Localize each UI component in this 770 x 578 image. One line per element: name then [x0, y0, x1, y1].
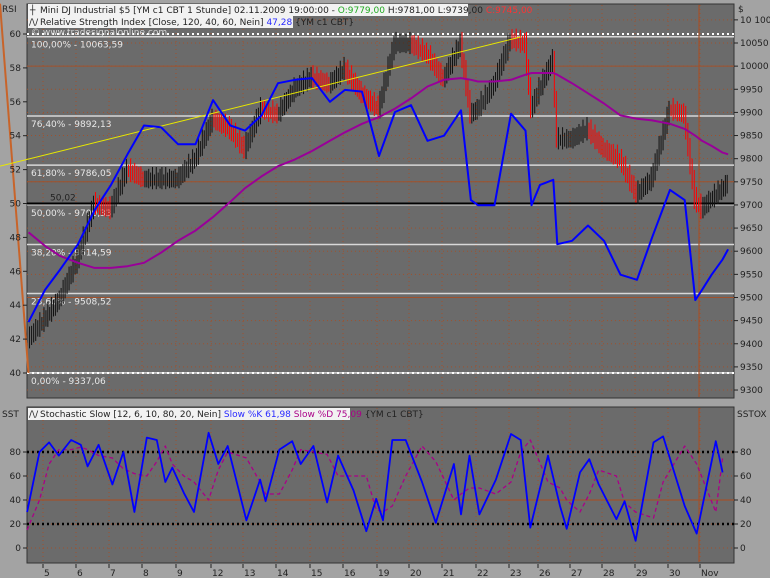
- sst-tick-label: 0: [15, 544, 21, 554]
- price-tick-label: 9900: [740, 108, 763, 118]
- x-tick-label: 16: [344, 569, 356, 578]
- indicator-wave-icon: /\/: [29, 18, 39, 28]
- price-legend[interactable]: ┼ Mini DJ Industrial $5 [YM c1 CBT 1 Stu…: [28, 4, 533, 16]
- price-tick-label: 10050: [740, 39, 769, 49]
- bar-chart-icon: ┼: [29, 4, 36, 16]
- sst-tick-label: 40: [10, 496, 22, 506]
- x-tick-label: 30: [669, 569, 681, 578]
- fibonacci-label: 23,60% - 9508,52: [31, 298, 112, 308]
- x-tick-label: 9: [177, 569, 183, 578]
- price-tick-label: 9300: [740, 386, 763, 396]
- price-tick-label: 10000: [740, 62, 769, 72]
- x-tick-label: 5: [44, 569, 50, 578]
- fibonacci-label: 0,00% - 9337,06: [31, 377, 106, 387]
- price-tick-label: 9400: [740, 340, 763, 350]
- price-tick-label: 9750: [740, 178, 763, 188]
- x-tick-label: 22: [477, 569, 488, 578]
- price-tick-label: 9600: [740, 247, 763, 257]
- sstox-tick-label: 60: [740, 472, 752, 482]
- svg-text:Stochastic Slow [12, 6, 10, 80: Stochastic Slow [12, 6, 10, 80, 20, Nein…: [40, 410, 424, 420]
- price-tick-label: 9950: [740, 85, 763, 95]
- sst-tick-label: 60: [10, 472, 22, 482]
- rsi-axis-title: RSI: [2, 5, 17, 15]
- stoch-d-value: Slow %D 75,09: [291, 410, 362, 420]
- x-tick-label: 28: [603, 569, 615, 578]
- x-tick-label: 27: [571, 569, 582, 578]
- top-plot-area[interactable]: [26, 3, 735, 399]
- rsi-tick-label: 60: [10, 30, 22, 40]
- x-tick-label: 23: [510, 569, 521, 578]
- indicator-wave-icon: /\/: [29, 410, 39, 420]
- bottom-plot-area[interactable]: [26, 406, 735, 564]
- rsi-tick-label: 40: [10, 369, 22, 379]
- sstox-tick-label: 40: [740, 496, 752, 506]
- svg-text:Mini DJ Industrial $5 [YM c1 C: Mini DJ Industrial $5 [YM c1 CBT 1 Stund…: [40, 6, 533, 16]
- price-tick-label: 9800: [740, 155, 763, 165]
- x-tick-label: 12: [212, 569, 223, 578]
- price-tick-label: 9850: [740, 132, 763, 142]
- rsi-legend[interactable]: /\/ Relative Strength Index [Close, 120,…: [28, 16, 354, 28]
- fibonacci-label: 100,00% - 10063,59: [31, 41, 123, 51]
- rsi-tick-label: 54: [10, 132, 22, 142]
- x-tick-label: 19: [378, 569, 390, 578]
- stoch-k-value: Slow %K 61,98: [224, 410, 291, 420]
- rsi-midline-label: 50,02: [50, 194, 76, 204]
- stoch-legend[interactable]: /\/ Stochastic Slow [12, 6, 10, 80, 20, …: [28, 408, 424, 420]
- trendline: [0, 3, 30, 373]
- x-tick-label: 29: [636, 569, 648, 578]
- stoch-symbol: {YM c1 CBT}: [362, 410, 424, 420]
- x-tick-label: 14: [277, 569, 289, 578]
- price-tick-label: 9550: [740, 270, 763, 280]
- x-tick-label: 7: [110, 569, 116, 578]
- sst-axis-title: SST: [2, 410, 19, 420]
- sstox-tick-label: 20: [740, 520, 752, 530]
- rsi-tick-label: 58: [10, 64, 22, 74]
- rsi-name: Relative Strength Index [Close, 120, 40,…: [40, 18, 266, 28]
- rsi-tick-label: 48: [10, 233, 22, 243]
- price-tick-label: 9500: [740, 293, 763, 303]
- price-tick-label: 9450: [740, 317, 763, 327]
- x-tick-label: 21: [443, 569, 454, 578]
- symbol-text: Mini DJ Industrial $5 [YM c1 CBT 1 Stund…: [40, 6, 338, 16]
- sst-tick-label: 80: [10, 448, 22, 458]
- rsi-symbol: {YM c1 CBT}: [292, 18, 354, 28]
- trading-chart: 100,00% - 10063,59 76,40% - 9892,13 61,80%…: [0, 3, 770, 578]
- stoch-name: Stochastic Slow [12, 6, 10, 80, 20, Nein…: [40, 410, 224, 420]
- close-value: C:9745,00: [486, 6, 533, 16]
- rsi-tick-label: 50: [10, 200, 22, 210]
- rsi-tick-label: 44: [10, 301, 22, 311]
- x-tick-label: Nov: [701, 569, 719, 578]
- x-tick-label: 15: [311, 569, 322, 578]
- x-tick-label: 26: [539, 569, 551, 578]
- sst-tick-label: 20: [10, 520, 22, 530]
- price-tick-label: 9700: [740, 201, 763, 211]
- x-tick-label: 20: [410, 569, 422, 578]
- rsi-tick-label: 42: [10, 335, 21, 345]
- rsi-value: 47,28: [266, 18, 292, 28]
- x-tick-label: 6: [77, 569, 83, 578]
- price-axis-title: $: [738, 5, 744, 15]
- rsi-tick-label: 46: [10, 267, 22, 277]
- price-tick-label: 10 100: [740, 16, 770, 26]
- fibonacci-label: 76,40% - 9892,13: [31, 120, 112, 130]
- sstox-tick-label: 80: [740, 448, 752, 458]
- price-tick-label: 9350: [740, 363, 763, 373]
- sstox-axis-title: SSTOX: [737, 410, 767, 420]
- sstox-tick-label: 0: [740, 544, 746, 554]
- rsi-tick-label: 52: [10, 166, 21, 176]
- open-value: O:9779,00: [338, 6, 385, 16]
- fibonacci-label: 61,80% - 9786,05: [31, 169, 112, 179]
- high-low-values: H:9781,00 L:9739,00: [385, 6, 486, 16]
- x-tick-label: 8: [143, 569, 149, 578]
- svg-text:Relative Strength Index [Close: Relative Strength Index [Close, 120, 40,…: [40, 18, 354, 28]
- watermark: © www.tradesignalonline.com: [31, 28, 167, 38]
- rsi-tick-label: 56: [10, 98, 22, 108]
- x-tick-label: 13: [244, 569, 255, 578]
- price-tick-label: 9650: [740, 224, 763, 234]
